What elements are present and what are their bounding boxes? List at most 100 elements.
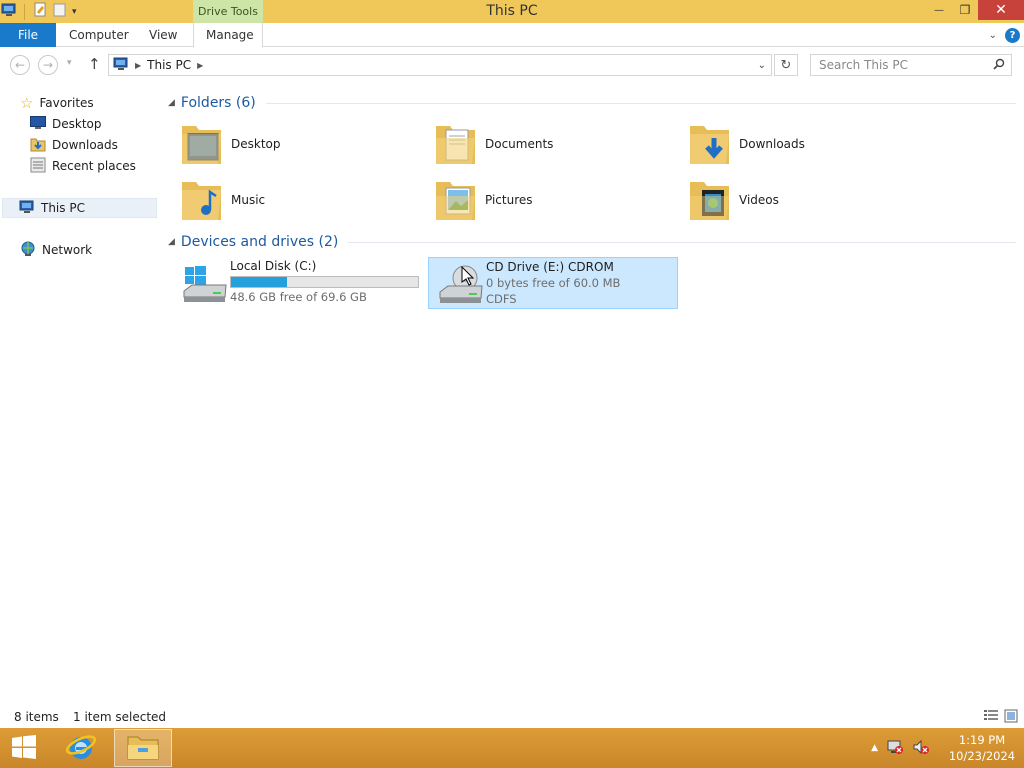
folders-group-title: Folders (6) <box>180 95 256 111</box>
breadcrumb-chevron-icon[interactable]: ▶ <box>197 61 203 70</box>
refresh-button[interactable]: ↻ <box>774 54 798 76</box>
status-bar: 8 items 1 item selected <box>0 707 1024 728</box>
restore-button[interactable]: ❐ <box>952 0 978 20</box>
ribbon-tabs: File Computer View Manage ⌄ ? <box>0 23 1024 48</box>
videos-folder-icon <box>688 176 732 224</box>
folder-documents[interactable]: Documents <box>424 118 664 170</box>
folder-videos[interactable]: Videos <box>678 174 918 226</box>
collapse-caret-icon[interactable]: ◢ <box>168 98 175 108</box>
recent-places-icon <box>30 157 46 176</box>
search-box[interactable] <box>810 54 1012 76</box>
nav-this-pc-label: This PC <box>41 201 85 215</box>
mouse-cursor-icon <box>461 265 475 289</box>
music-folder-icon <box>180 176 224 224</box>
clock[interactable]: 1:19 PM 10/23/2024 <box>944 732 1020 764</box>
nav-network-label: Network <box>42 243 93 257</box>
restore-icon: ❐ <box>959 3 971 17</box>
address-history-dropdown-icon[interactable]: ⌄ <box>758 60 766 71</box>
drive-e-filesystem: CDFS <box>486 292 517 306</box>
windows-drive-icon <box>181 263 229 305</box>
clock-date: 10/23/2024 <box>948 749 1016 763</box>
status-selection: 1 item selected <box>73 710 167 724</box>
start-button[interactable] <box>6 734 42 762</box>
internet-explorer-button[interactable] <box>58 730 104 766</box>
new-folder-icon[interactable] <box>52 2 68 21</box>
nav-downloads[interactable]: Downloads <box>30 135 118 155</box>
network-status-icon[interactable] <box>886 739 904 758</box>
tab-file[interactable]: File <box>0 23 56 47</box>
ribbon-right-controls: ⌄ ? <box>989 23 1020 47</box>
folder-downloads[interactable]: Downloads <box>678 118 918 170</box>
search-input[interactable] <box>819 58 979 72</box>
taskbar: ▲ 1:19 PM 10/23/2024 <box>0 728 1024 768</box>
nav-recent-places[interactable]: Recent places <box>30 156 136 176</box>
this-pc-nav-icon <box>19 200 35 217</box>
large-icons-view-icon[interactable] <box>1004 709 1018 726</box>
folder-videos-label: Videos <box>739 193 779 207</box>
tab-computer[interactable]: Computer <box>69 23 129 47</box>
details-view-icon[interactable] <box>984 709 998 726</box>
forward-button[interactable]: → <box>38 55 58 75</box>
volume-muted-icon[interactable] <box>912 739 930 758</box>
tab-manage[interactable]: Manage <box>206 23 254 47</box>
nav-favorites[interactable]: ☆ Favorites <box>20 93 94 113</box>
navigation-pane: ☆ Favorites Desktop Downloads Recent pla… <box>0 88 160 708</box>
back-arrow-icon: ← <box>14 58 26 72</box>
downloads-folder-icon <box>688 120 732 168</box>
nav-this-pc[interactable]: This PC <box>2 198 157 218</box>
expand-ribbon-icon[interactable]: ⌄ <box>989 30 997 41</box>
folders-group-header[interactable]: ◢ Folders (6) <box>168 93 1016 113</box>
nav-network[interactable]: Network <box>20 240 92 260</box>
window-title: This PC <box>486 3 538 19</box>
nav-desktop[interactable]: Desktop <box>30 114 102 134</box>
tab-view[interactable]: View <box>149 23 177 47</box>
drives-group-title: Devices and drives (2) <box>180 234 339 250</box>
folder-pictures-label: Pictures <box>485 193 533 207</box>
help-icon[interactable]: ? <box>1005 27 1020 43</box>
folder-music-label: Music <box>231 193 266 207</box>
downloads-icon <box>30 136 46 155</box>
search-icon[interactable] <box>993 58 1005 73</box>
drive-tools-label: Drive Tools <box>193 0 263 23</box>
up-arrow-icon[interactable]: ↑ <box>88 55 101 73</box>
minimize-icon: — <box>934 4 944 16</box>
pictures-folder-icon <box>434 176 478 224</box>
show-hidden-icons-icon[interactable]: ▲ <box>871 743 878 753</box>
this-pc-icon <box>113 57 129 74</box>
address-bar[interactable]: ▶ This PC ▶ ⌄ <box>108 54 772 76</box>
breadcrumb-separator-icon[interactable]: ▶ <box>135 61 141 70</box>
folder-desktop[interactable]: Desktop <box>170 118 410 170</box>
windows-logo-icon <box>11 734 37 762</box>
nav-downloads-label: Downloads <box>52 138 118 152</box>
close-button[interactable]: ✕ <box>978 0 1024 20</box>
computer-icon[interactable] <box>1 2 17 21</box>
star-icon: ☆ <box>20 94 34 112</box>
system-tray: ▲ 1:19 PM 10/23/2024 <box>871 728 1024 768</box>
drive-c-usage-bar <box>230 276 419 288</box>
tray-icons: ▲ <box>871 739 930 758</box>
drives-group-header[interactable]: ◢ Devices and drives (2) <box>168 232 1016 252</box>
drive-local-disk-c[interactable]: Local Disk (C:) 48.6 GB free of 69.6 GB <box>173 257 423 309</box>
documents-folder-icon <box>434 120 478 168</box>
nav-recent-places-label: Recent places <box>52 159 136 173</box>
collapse-caret-icon[interactable]: ◢ <box>168 237 175 247</box>
recent-locations-icon[interactable]: ▾ <box>67 58 72 68</box>
desktop-icon <box>30 116 46 132</box>
folder-downloads-label: Downloads <box>739 137 805 151</box>
drive-c-free-space: 48.6 GB free of 69.6 GB <box>230 290 367 304</box>
forward-arrow-icon: → <box>42 58 54 72</box>
desktop-folder-icon <box>180 120 224 168</box>
title-bar: ▾ Drive Tools This PC — ❐ ✕ <box>0 0 1024 23</box>
drive-c-usage-fill <box>231 277 288 287</box>
properties-icon[interactable] <box>32 2 48 21</box>
breadcrumb-this-pc[interactable]: This PC <box>147 58 191 72</box>
minimize-button[interactable]: — <box>926 0 952 20</box>
network-icon <box>20 241 36 260</box>
nav-desktop-label: Desktop <box>52 117 102 131</box>
back-button[interactable]: ← <box>10 55 30 75</box>
folder-pictures[interactable]: Pictures <box>424 174 664 226</box>
customize-toolbar-icon[interactable]: ▾ <box>72 7 77 17</box>
internet-explorer-icon <box>65 731 97 766</box>
file-explorer-button[interactable] <box>114 729 172 767</box>
folder-music[interactable]: Music <box>170 174 410 226</box>
